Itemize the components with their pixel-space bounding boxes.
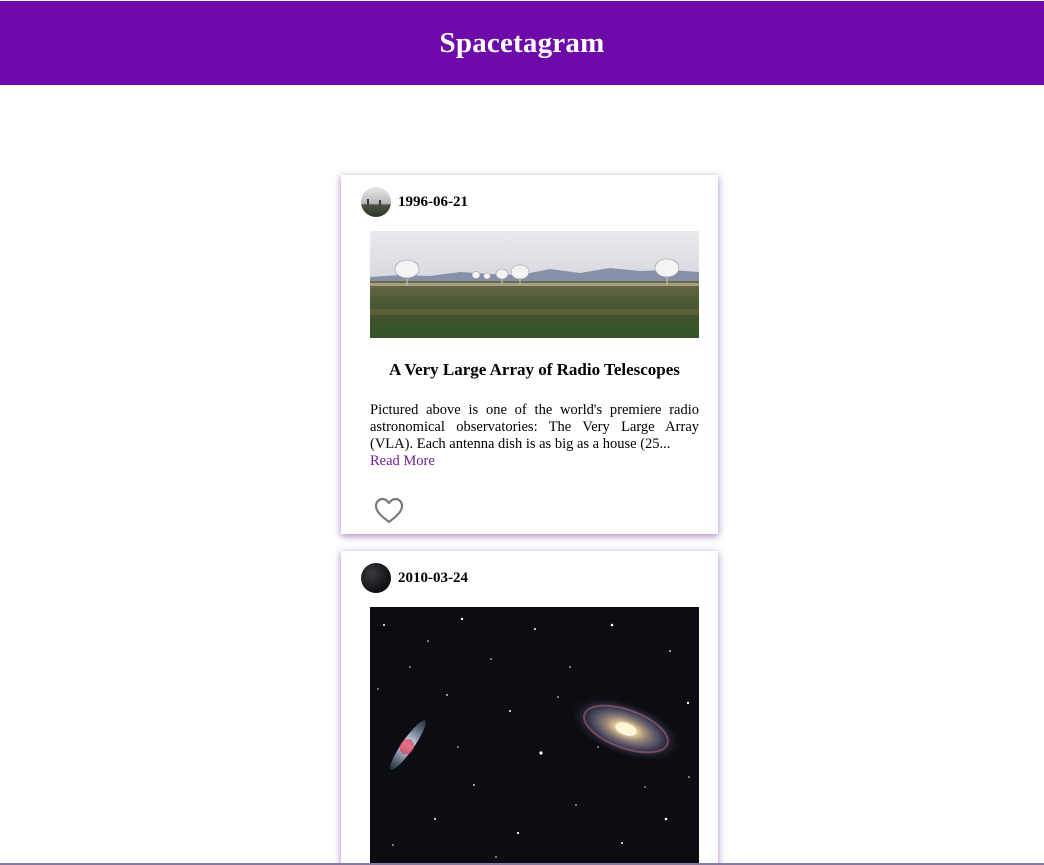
heart-outline-icon bbox=[374, 497, 404, 524]
page: Spacetagram 1996-06-21 A Very Large Arra… bbox=[0, 0, 1044, 865]
avatar bbox=[361, 187, 391, 217]
app-title: Spacetagram bbox=[439, 26, 605, 59]
post-description: Pictured above is one of the world's pre… bbox=[370, 402, 699, 452]
post-image[interactable] bbox=[370, 607, 699, 865]
read-more-link[interactable]: Read More bbox=[370, 453, 435, 470]
post-card: 2010-03-24 bbox=[341, 551, 718, 865]
post-image[interactable] bbox=[370, 231, 699, 338]
app-header: Spacetagram bbox=[0, 1, 1044, 85]
post-card: 1996-06-21 A Very Large Array of Radio T… bbox=[341, 175, 718, 534]
post-header: 2010-03-24 bbox=[361, 563, 468, 593]
avatar bbox=[361, 563, 391, 593]
post-date: 1996-06-21 bbox=[398, 193, 468, 210]
like-button[interactable] bbox=[373, 495, 405, 527]
post-title: A Very Large Array of Radio Telescopes bbox=[389, 360, 680, 379]
post-date: 2010-03-24 bbox=[398, 569, 468, 586]
post-header: 1996-06-21 bbox=[361, 187, 468, 217]
